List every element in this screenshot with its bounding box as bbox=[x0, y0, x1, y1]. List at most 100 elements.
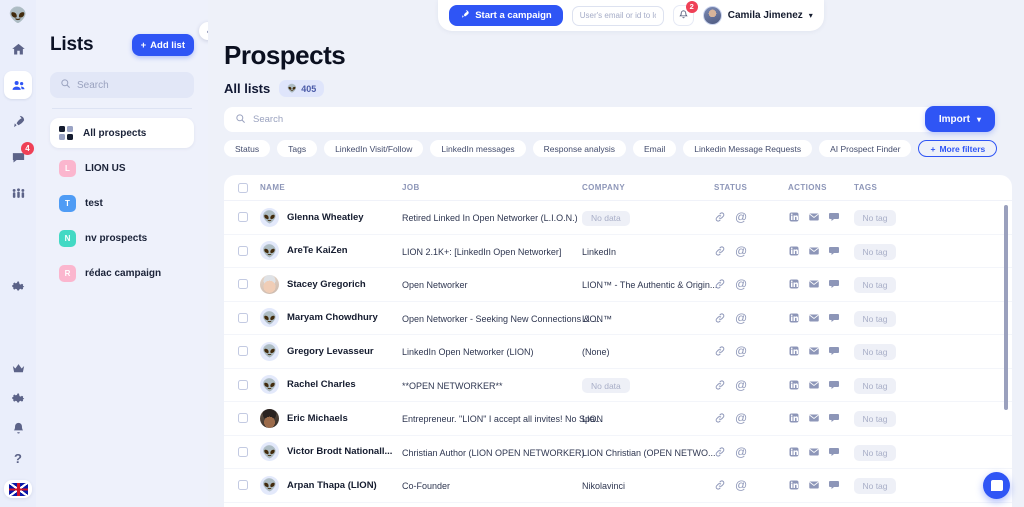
name-cell[interactable]: Eric Michaels bbox=[260, 408, 402, 428]
filter-chip-linkedin-visit[interactable]: LinkedIn Visit/Follow bbox=[324, 140, 424, 157]
linkedin-icon[interactable] bbox=[788, 245, 800, 257]
link-icon[interactable] bbox=[714, 446, 726, 458]
name-cell[interactable]: Stacey Gregorich bbox=[260, 274, 402, 294]
envelope-icon[interactable] bbox=[808, 245, 820, 257]
tag-pill[interactable]: No tag bbox=[854, 444, 896, 461]
linkedin-icon[interactable] bbox=[788, 278, 800, 290]
name-cell[interactable]: 👽 Victor Brodt Nationall... bbox=[260, 442, 402, 462]
table-row[interactable]: 👽 Maryam Chowdhury Open Networker - Seekin… bbox=[224, 302, 1012, 335]
link-icon[interactable] bbox=[714, 479, 726, 491]
tag-pill[interactable]: No tag bbox=[854, 310, 896, 327]
column-header-actions[interactable]: ACTIONS bbox=[788, 183, 854, 192]
rail-item-settings[interactable] bbox=[4, 272, 32, 300]
at-icon[interactable]: @ bbox=[735, 245, 747, 257]
table-row[interactable]: 👽 Rachel Charles **OPEN NETWORKER** No data… bbox=[224, 369, 1012, 402]
row-checkbox[interactable] bbox=[238, 446, 248, 457]
prospects-search[interactable] bbox=[224, 107, 952, 132]
rail-item-language[interactable] bbox=[4, 480, 32, 498]
filter-chip-linkedin-messages[interactable]: LinkedIn messages bbox=[430, 140, 526, 157]
row-checkbox[interactable] bbox=[238, 413, 248, 424]
table-row[interactable]: 👽 Glenna Wheatley Retired Linked In Open N… bbox=[224, 201, 1012, 235]
comment-icon[interactable] bbox=[828, 211, 840, 223]
tag-pill[interactable]: No tag bbox=[854, 411, 896, 428]
rail-item-teams[interactable] bbox=[4, 179, 32, 207]
column-header-company[interactable]: COMPANY bbox=[582, 183, 714, 192]
column-header-name[interactable]: NAME bbox=[260, 183, 402, 192]
row-checkbox[interactable] bbox=[238, 480, 248, 491]
sidebar-item-list[interactable]: R rédac campaign bbox=[50, 258, 194, 288]
at-icon[interactable]: @ bbox=[735, 412, 747, 424]
comment-icon[interactable] bbox=[828, 412, 840, 424]
column-header-job[interactable]: JOB bbox=[402, 183, 582, 192]
comment-icon[interactable] bbox=[828, 446, 840, 458]
sidebar-item-list[interactable]: N nv prospects bbox=[50, 223, 194, 253]
filter-chip-email[interactable]: Email bbox=[633, 140, 677, 157]
linkedin-icon[interactable] bbox=[788, 312, 800, 324]
row-checkbox[interactable] bbox=[238, 346, 248, 357]
name-cell[interactable]: 👽 Rachel Charles bbox=[260, 375, 402, 395]
link-icon[interactable] bbox=[714, 412, 726, 424]
link-icon[interactable] bbox=[714, 278, 726, 290]
alien-logo-icon[interactable]: 👽 bbox=[9, 8, 28, 23]
name-cell[interactable]: 👽 Glenna Wheatley bbox=[260, 207, 402, 227]
envelope-icon[interactable] bbox=[808, 278, 820, 290]
link-icon[interactable] bbox=[714, 379, 726, 391]
at-icon[interactable]: @ bbox=[735, 345, 747, 357]
linkedin-icon[interactable] bbox=[788, 446, 800, 458]
table-row[interactable]: 👽 Gregory Levasseur LinkedIn Open Networke… bbox=[224, 335, 1012, 369]
support-chat-button[interactable] bbox=[983, 472, 1010, 499]
rail-item-notifications[interactable] bbox=[4, 420, 32, 436]
link-icon[interactable] bbox=[714, 312, 726, 324]
envelope-icon[interactable] bbox=[808, 412, 820, 424]
envelope-icon[interactable] bbox=[808, 345, 820, 357]
row-checkbox[interactable] bbox=[238, 212, 248, 223]
tag-pill[interactable]: No tag bbox=[854, 210, 896, 227]
linkedin-icon[interactable] bbox=[788, 412, 800, 424]
tag-pill[interactable]: No tag bbox=[854, 277, 896, 294]
rail-item-upgrade[interactable] bbox=[4, 360, 32, 376]
at-icon[interactable]: @ bbox=[735, 479, 747, 491]
comment-icon[interactable] bbox=[828, 345, 840, 357]
name-cell[interactable]: 👽 Gregory Levasseur bbox=[260, 341, 402, 361]
linkedin-icon[interactable] bbox=[788, 379, 800, 391]
at-icon[interactable]: @ bbox=[735, 446, 747, 458]
table-scrollbar[interactable] bbox=[1004, 205, 1008, 410]
tag-pill[interactable]: No tag bbox=[854, 344, 896, 361]
filter-chip-ai-prospect-finder[interactable]: AI Prospect Finder bbox=[819, 140, 912, 157]
filter-chip-tags[interactable]: Tags bbox=[277, 140, 318, 157]
link-icon[interactable] bbox=[714, 345, 726, 357]
name-cell[interactable]: 👽 Maryam Chowdhury bbox=[260, 308, 402, 328]
at-icon[interactable]: @ bbox=[735, 278, 747, 290]
at-icon[interactable]: @ bbox=[735, 379, 747, 391]
row-checkbox[interactable] bbox=[238, 312, 248, 323]
more-filters-button[interactable]: + More filters bbox=[918, 140, 998, 157]
tag-pill[interactable]: No tag bbox=[854, 377, 896, 394]
column-header-status[interactable]: STATUS bbox=[714, 183, 788, 192]
row-checkbox[interactable] bbox=[238, 279, 248, 290]
at-icon[interactable]: @ bbox=[735, 312, 747, 324]
linkedin-icon[interactable] bbox=[788, 345, 800, 357]
comment-icon[interactable] bbox=[828, 312, 840, 324]
sidebar-search[interactable] bbox=[50, 72, 194, 98]
tag-pill[interactable]: No tag bbox=[854, 243, 896, 260]
sidebar-item-list[interactable]: L LION US bbox=[50, 153, 194, 183]
name-cell[interactable]: 👽 Arpan Thapa (LION) bbox=[260, 475, 402, 495]
table-row[interactable]: 👽 Victor Brodt Nationall... Christian Auth… bbox=[224, 436, 1012, 469]
envelope-icon[interactable] bbox=[808, 211, 820, 223]
filter-chip-message-requests[interactable]: Linkedin Message Requests bbox=[683, 140, 813, 157]
comment-icon[interactable] bbox=[828, 245, 840, 257]
rail-item-help[interactable]: ? bbox=[4, 450, 32, 466]
link-icon[interactable] bbox=[714, 211, 726, 223]
filter-chip-status[interactable]: Status bbox=[224, 140, 271, 157]
import-button[interactable]: Import ▾ bbox=[924, 106, 995, 132]
envelope-icon[interactable] bbox=[808, 446, 820, 458]
table-row[interactable]: Stacey Gregorich Open Networker LION™ - Th… bbox=[224, 268, 1012, 302]
column-header-tags[interactable]: TAGS bbox=[854, 183, 924, 192]
name-cell[interactable]: 👽 AreTe KaiZen bbox=[260, 241, 402, 261]
comment-icon[interactable] bbox=[828, 479, 840, 491]
comment-icon[interactable] bbox=[828, 278, 840, 290]
linkedin-icon[interactable] bbox=[788, 211, 800, 223]
row-checkbox[interactable] bbox=[238, 379, 248, 390]
envelope-icon[interactable] bbox=[808, 379, 820, 391]
link-icon[interactable] bbox=[714, 245, 726, 257]
